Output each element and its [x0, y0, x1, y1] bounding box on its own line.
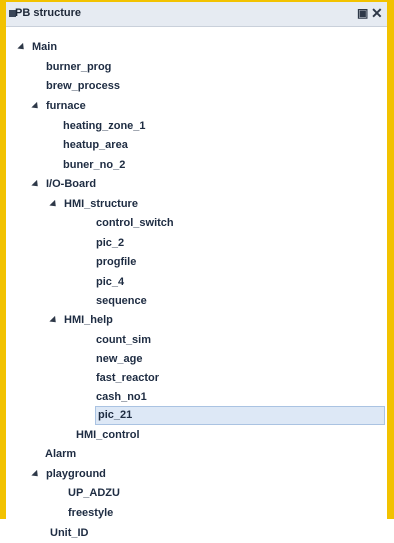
tree-item-control-switch[interactable]: control_switch: [96, 214, 174, 233]
tree-item-label: control_switch: [96, 217, 174, 229]
tree-item-label: Alarm: [45, 448, 77, 460]
tree-item-label: playground: [46, 468, 106, 480]
close-icon[interactable]: ✕: [371, 5, 383, 22]
tree-item-heating-zone-1[interactable]: heating_zone_1: [63, 117, 146, 136]
tree-item-label: HMI_help: [64, 314, 113, 326]
tree-item-up-adzu[interactable]: UP_ADZU: [68, 484, 120, 503]
tree-item-label: pic_2: [96, 237, 125, 249]
tree-item-io-board[interactable]: I/O-Board: [31, 175, 97, 194]
panel-titlebar: PB structure ▣ ✕: [6, 2, 387, 27]
tree-item-progfile[interactable]: progfile: [96, 253, 136, 272]
tree-item-label: pic_21: [98, 409, 133, 421]
tree-item-hmi-structure[interactable]: HMI_structure: [49, 195, 138, 214]
pin-icon[interactable]: ▣: [357, 6, 368, 20]
tree-item-label: progfile: [96, 256, 137, 268]
tree-item-label: new_age: [96, 353, 143, 365]
tree-item-label: pic_4: [96, 276, 125, 288]
tree-item-cash-no1[interactable]: cash_no1: [96, 388, 147, 407]
tree-item-label: heatup_area: [63, 139, 128, 151]
tree-item-label: sequence: [96, 295, 147, 307]
tree-item-label: buner_no_2: [63, 159, 126, 171]
tree-item-label: I/O-Board: [46, 178, 97, 190]
tree-item-sequence[interactable]: sequence: [96, 292, 147, 311]
tree-item-label: burner_prog: [46, 61, 112, 73]
tree-item-label: furnace: [46, 100, 86, 112]
tree-item-label: UP_ADZU: [68, 487, 120, 499]
tree-item-furnace[interactable]: furnace: [31, 97, 86, 116]
tree-item-hmi-control[interactable]: HMI_control: [76, 426, 140, 445]
tree-item-label: freestyle: [68, 507, 114, 519]
tree-item-unit-id[interactable]: Unit_ID: [50, 524, 89, 543]
tree-item-burner-prog[interactable]: burner_prog: [46, 58, 111, 77]
tree-item-label: Unit_ID: [50, 527, 89, 539]
tree-item-label: HMI_structure: [64, 198, 138, 210]
tree-item-alarm[interactable]: Alarm: [45, 445, 76, 464]
tree-item-fast-reactor[interactable]: fast_reactor: [96, 369, 159, 388]
tree-item-pic-2[interactable]: pic_2: [96, 234, 124, 253]
tree-item-buner-no-2[interactable]: buner_no_2: [63, 156, 125, 175]
tree-item-new-age[interactable]: new_age: [96, 350, 142, 369]
structure-panel: PB structure ▣ ✕ Main burner_prog brew_p…: [0, 0, 394, 539]
tree-item-pic-21[interactable]: pic_21: [95, 406, 385, 425]
tree-item-label: count_sim: [96, 334, 152, 346]
tree-item-label: brew_process: [46, 80, 120, 92]
tree-item-hmi-help[interactable]: HMI_help: [49, 311, 113, 330]
tree-item-count-sim[interactable]: count_sim: [96, 331, 151, 350]
tree-item-label: HMI_control: [76, 429, 140, 441]
tree-item-freestyle[interactable]: freestyle: [68, 504, 113, 523]
tree-item-heatup-area[interactable]: heatup_area: [63, 136, 128, 155]
tree-item-pic-4[interactable]: pic_4: [96, 273, 124, 292]
tree-item-playground[interactable]: playground: [31, 465, 106, 484]
tree-item-label: heating_zone_1: [63, 120, 146, 132]
panel-title: PB structure: [15, 7, 82, 19]
tree-item-main[interactable]: Main: [17, 38, 57, 57]
tree-item-label: fast_reactor: [96, 372, 159, 384]
tree-item-label: cash_no1: [96, 391, 147, 403]
tree-item-brew-process[interactable]: brew_process: [46, 77, 120, 96]
